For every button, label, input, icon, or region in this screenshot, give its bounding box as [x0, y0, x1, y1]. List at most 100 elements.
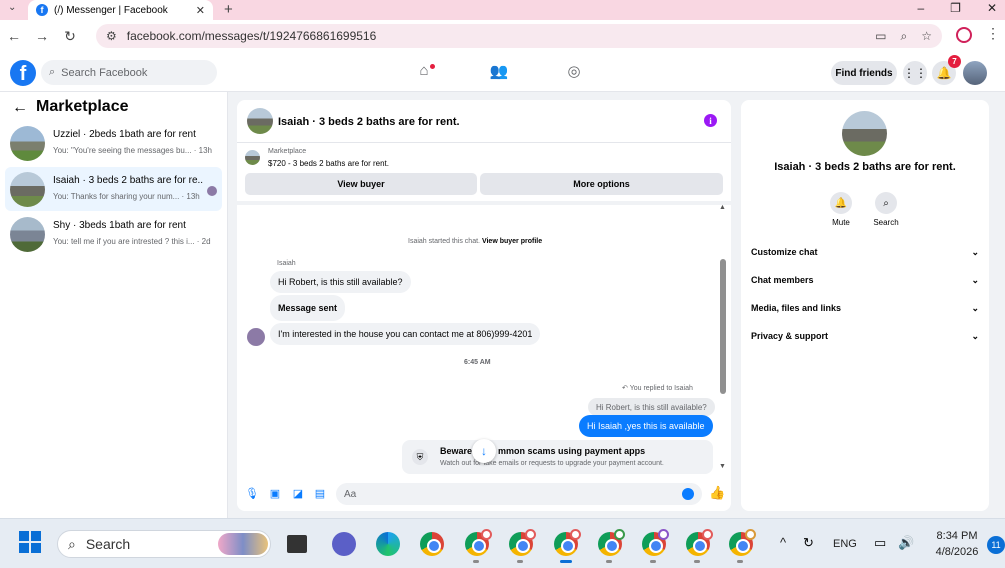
site-settings-icon[interactable]: ⚙: [106, 29, 117, 43]
minimize-icon[interactable]: –: [917, 1, 924, 15]
conversation-photo: [10, 172, 45, 207]
task-view-icon[interactable]: [287, 535, 307, 553]
scroll-up-arrow-icon[interactable]: ▲: [719, 204, 726, 211]
close-tab-icon[interactable]: ✕: [196, 4, 205, 17]
chat-title[interactable]: Isaiah · 3 beds 2 baths are for rent.: [278, 116, 460, 128]
browser-menu-icon[interactable]: ⋮: [986, 25, 1000, 42]
browser-tab[interactable]: f (/) Messenger | Facebook ✕: [28, 0, 213, 20]
chrome-profile-icon[interactable]: [642, 529, 669, 556]
more-options-button[interactable]: More options: [480, 173, 723, 195]
chat-scrollbar[interactable]: [720, 259, 726, 394]
sender-name: Isaiah: [277, 260, 296, 267]
chat-members-row[interactable]: Chat members ⌄: [751, 275, 979, 286]
running-indicator: [606, 560, 612, 563]
back-icon[interactable]: ←: [0, 28, 28, 44]
back-arrow-icon[interactable]: ←: [12, 99, 28, 117]
facebook-favicon-icon: f: [36, 4, 48, 16]
chrome-profile-icon[interactable]: [686, 529, 713, 556]
address-bar[interactable]: ⚙ facebook.com/messages/t/19247668616995…: [96, 24, 942, 48]
new-tab-icon[interactable]: +: [224, 1, 233, 18]
chrome-icon[interactable]: [420, 532, 444, 556]
replied-notice: ↶ You replied to Isaiah: [622, 385, 693, 392]
browser-toolbar: ← → ↻ ⚙ facebook.com/messages/t/19247668…: [0, 20, 1005, 52]
view-buyer-button[interactable]: View buyer: [245, 173, 477, 195]
chat-photo[interactable]: [247, 108, 273, 134]
chrome-profile-icon[interactable]: [554, 529, 581, 556]
notification-count-badge[interactable]: 11: [987, 536, 1005, 554]
chrome-profile-icon[interactable]: [465, 529, 492, 556]
scam-warning-card[interactable]: ⛨ Beware mmon scams using payment apps Wa…: [402, 440, 713, 474]
chrome-profile-icon[interactable]: [729, 529, 756, 556]
info-icon[interactable]: i: [704, 114, 717, 127]
scam-warning-title: Beware mmon scams using payment apps: [440, 446, 646, 456]
media-files-row[interactable]: Media, files and links ⌄: [751, 303, 979, 314]
chrome-profile-icon[interactable]: [598, 529, 625, 556]
privacy-support-row[interactable]: Privacy & support ⌄: [751, 331, 979, 342]
incoming-message[interactable]: Hi Robert, is this still available?: [270, 271, 411, 293]
browser-profile-icon[interactable]: [956, 27, 972, 43]
close-window-icon[interactable]: ✕: [987, 1, 997, 15]
account-avatar[interactable]: [963, 61, 987, 85]
friends-icon[interactable]: 👥: [489, 62, 509, 82]
facebook-search-input[interactable]: ⌕ Search Facebook: [41, 60, 217, 85]
conversation-item[interactable]: Uzziel · 2beds 1bath are for rent You: "…: [5, 121, 222, 165]
conversation-snippet: You: Thanks for sharing your num... · 13…: [53, 192, 200, 201]
bookmark-star-icon[interactable]: ☆: [921, 29, 932, 44]
teams-icon[interactable]: [332, 532, 356, 556]
install-app-icon[interactable]: ▭: [875, 29, 886, 44]
incoming-message[interactable]: Message sent: [270, 295, 346, 321]
tab-search-chevron-icon[interactable]: ⌄: [8, 2, 16, 13]
language-indicator[interactable]: ENG: [833, 538, 857, 550]
find-friends-button[interactable]: Find friends: [831, 61, 897, 85]
zoom-icon[interactable]: ⌕: [901, 29, 908, 44]
taskbar-search[interactable]: ⌕ Search: [57, 530, 271, 558]
sender-avatar: [247, 328, 265, 346]
taskbar-clock[interactable]: 8:34 PM 4/8/2026: [922, 528, 992, 560]
search-icon[interactable]: ⌕: [875, 192, 897, 214]
sync-icon[interactable]: ↻: [803, 535, 814, 551]
gif-icon[interactable]: ▤: [313, 487, 327, 501]
sticker-icon[interactable]: ◪: [291, 487, 305, 501]
like-thumb-icon[interactable]: 👍: [709, 485, 725, 501]
outgoing-message[interactable]: Hi Isaiah ,yes this is available: [579, 415, 713, 437]
facebook-logo-icon[interactable]: f: [10, 60, 36, 86]
search-placeholder: Search Facebook: [61, 66, 148, 79]
display-icon[interactable]: ▭: [874, 535, 886, 551]
microphone-icon[interactable]: 🎙: [245, 487, 259, 501]
chevron-down-icon: ⌄: [971, 303, 979, 313]
windows-start-icon[interactable]: [19, 531, 41, 553]
mute-bell-icon[interactable]: 🔔: [830, 192, 852, 214]
marketplace-title: Marketplace: [36, 98, 129, 115]
chat-started-notice: Isaiah started this chat. View buyer pro…: [408, 238, 543, 245]
running-indicator: [473, 560, 479, 563]
scroll-to-bottom-icon[interactable]: ↓: [472, 439, 496, 463]
restore-icon[interactable]: ❐: [950, 1, 961, 15]
quoted-message[interactable]: Hi Robert, is this still available?: [588, 398, 715, 416]
conversation-item[interactable]: Shy · 3beds 1bath are for rent You: tell…: [5, 212, 222, 256]
chrome-profile-icon[interactable]: [509, 529, 536, 556]
scam-warning-description: Watch out for fake emails or requests to…: [440, 460, 664, 467]
conversation-item-active[interactable]: Isaiah · 3 beds 2 baths are for re... Yo…: [5, 167, 222, 211]
menu-grid-icon[interactable]: ⋮⋮: [903, 61, 927, 85]
clock-time: 8:34 PM: [936, 530, 978, 542]
edge-icon[interactable]: [376, 532, 400, 556]
reload-icon[interactable]: ↻: [56, 28, 84, 45]
tray-overflow-icon[interactable]: ^: [780, 535, 786, 550]
forward-icon[interactable]: →: [28, 28, 56, 44]
running-indicator: [517, 560, 523, 563]
search-icon: ⌕: [68, 535, 76, 552]
seen-avatar: [207, 186, 217, 196]
mute-label: Mute: [832, 218, 850, 227]
photo-icon[interactable]: ▣: [268, 487, 282, 501]
message-input[interactable]: Aa: [336, 483, 702, 505]
scroll-down-arrow-icon[interactable]: ▼: [719, 463, 726, 470]
groups-icon[interactable]: ◎: [564, 62, 584, 82]
volume-icon[interactable]: 🔊: [898, 535, 914, 551]
incoming-message[interactable]: I'm interested in the house you can cont…: [270, 323, 541, 345]
customize-chat-row[interactable]: Customize chat ⌄: [751, 247, 979, 258]
emoji-icon[interactable]: [682, 488, 694, 500]
listing-description[interactable]: $720 - 3 beds 2 baths are for rent.: [268, 159, 389, 168]
view-buyer-profile-link[interactable]: View buyer profile: [482, 238, 542, 245]
divider: [237, 142, 731, 143]
listing-photo: [245, 150, 260, 165]
